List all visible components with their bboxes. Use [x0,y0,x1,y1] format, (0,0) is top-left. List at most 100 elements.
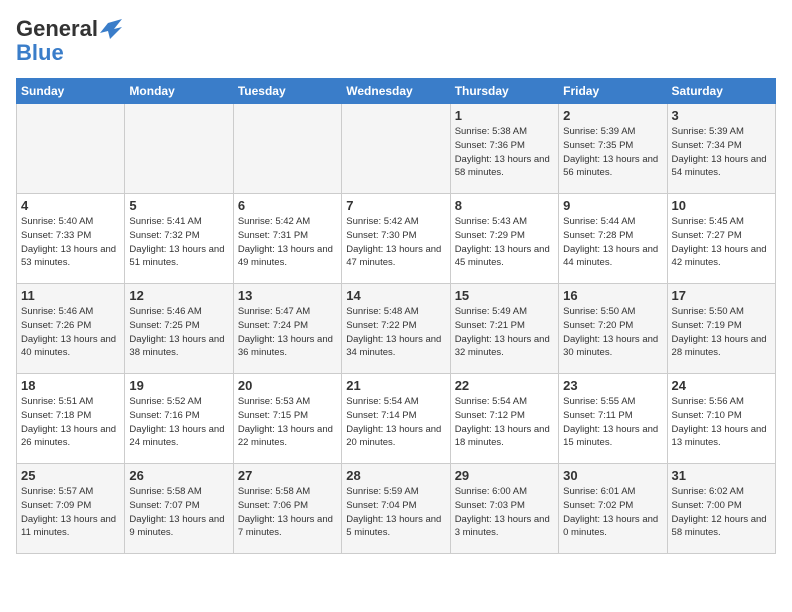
weekday-header-monday: Monday [125,79,233,104]
day-number: 29 [455,468,554,483]
day-number: 12 [129,288,228,303]
calendar-cell: 9 Sunrise: 5:44 AMSunset: 7:28 PMDayligh… [559,194,667,284]
day-number: 23 [563,378,662,393]
day-number: 20 [238,378,337,393]
sun-info: Sunrise: 6:01 AMSunset: 7:02 PMDaylight:… [563,485,662,540]
sun-info: Sunrise: 5:46 AMSunset: 7:26 PMDaylight:… [21,305,120,360]
sun-info: Sunrise: 5:57 AMSunset: 7:09 PMDaylight:… [21,485,120,540]
sun-info: Sunrise: 5:38 AMSunset: 7:36 PMDaylight:… [455,125,554,180]
sun-info: Sunrise: 5:55 AMSunset: 7:11 PMDaylight:… [563,395,662,450]
day-number: 14 [346,288,445,303]
day-number: 25 [21,468,120,483]
day-number: 11 [21,288,120,303]
day-number: 17 [672,288,771,303]
day-number: 2 [563,108,662,123]
sun-info: Sunrise: 5:43 AMSunset: 7:29 PMDaylight:… [455,215,554,270]
weekday-header-friday: Friday [559,79,667,104]
calendar-cell: 21 Sunrise: 5:54 AMSunset: 7:14 PMDaylig… [342,374,450,464]
sun-info: Sunrise: 5:42 AMSunset: 7:31 PMDaylight:… [238,215,337,270]
sun-info: Sunrise: 5:47 AMSunset: 7:24 PMDaylight:… [238,305,337,360]
calendar-cell: 30 Sunrise: 6:01 AMSunset: 7:02 PMDaylig… [559,464,667,554]
day-number: 3 [672,108,771,123]
calendar-row: 1 Sunrise: 5:38 AMSunset: 7:36 PMDayligh… [17,104,776,194]
calendar-cell: 23 Sunrise: 5:55 AMSunset: 7:11 PMDaylig… [559,374,667,464]
day-number: 24 [672,378,771,393]
header: General Blue [16,16,776,66]
calendar-cell: 5 Sunrise: 5:41 AMSunset: 7:32 PMDayligh… [125,194,233,284]
calendar-cell: 12 Sunrise: 5:46 AMSunset: 7:25 PMDaylig… [125,284,233,374]
day-number: 19 [129,378,228,393]
sun-info: Sunrise: 5:56 AMSunset: 7:10 PMDaylight:… [672,395,771,450]
sun-info: Sunrise: 5:40 AMSunset: 7:33 PMDaylight:… [21,215,120,270]
calendar-cell: 24 Sunrise: 5:56 AMSunset: 7:10 PMDaylig… [667,374,775,464]
calendar-cell: 15 Sunrise: 5:49 AMSunset: 7:21 PMDaylig… [450,284,558,374]
sun-info: Sunrise: 6:02 AMSunset: 7:00 PMDaylight:… [672,485,771,540]
calendar-cell: 2 Sunrise: 5:39 AMSunset: 7:35 PMDayligh… [559,104,667,194]
calendar-row: 4 Sunrise: 5:40 AMSunset: 7:33 PMDayligh… [17,194,776,284]
day-number: 6 [238,198,337,213]
calendar-cell: 14 Sunrise: 5:48 AMSunset: 7:22 PMDaylig… [342,284,450,374]
calendar-cell: 29 Sunrise: 6:00 AMSunset: 7:03 PMDaylig… [450,464,558,554]
weekday-header-sunday: Sunday [17,79,125,104]
logo-general-text: General [16,16,98,42]
calendar-cell: 22 Sunrise: 5:54 AMSunset: 7:12 PMDaylig… [450,374,558,464]
day-number: 9 [563,198,662,213]
calendar-cell: 11 Sunrise: 5:46 AMSunset: 7:26 PMDaylig… [17,284,125,374]
calendar-cell: 25 Sunrise: 5:57 AMSunset: 7:09 PMDaylig… [17,464,125,554]
day-number: 1 [455,108,554,123]
day-number: 21 [346,378,445,393]
calendar-cell: 20 Sunrise: 5:53 AMSunset: 7:15 PMDaylig… [233,374,341,464]
calendar-cell: 6 Sunrise: 5:42 AMSunset: 7:31 PMDayligh… [233,194,341,284]
weekday-header-wednesday: Wednesday [342,79,450,104]
day-number: 13 [238,288,337,303]
sun-info: Sunrise: 5:54 AMSunset: 7:14 PMDaylight:… [346,395,445,450]
sun-info: Sunrise: 5:53 AMSunset: 7:15 PMDaylight:… [238,395,337,450]
calendar-cell: 28 Sunrise: 5:59 AMSunset: 7:04 PMDaylig… [342,464,450,554]
sun-info: Sunrise: 5:39 AMSunset: 7:34 PMDaylight:… [672,125,771,180]
calendar-cell: 19 Sunrise: 5:52 AMSunset: 7:16 PMDaylig… [125,374,233,464]
calendar-cell: 13 Sunrise: 5:47 AMSunset: 7:24 PMDaylig… [233,284,341,374]
calendar-row: 18 Sunrise: 5:51 AMSunset: 7:18 PMDaylig… [17,374,776,464]
day-number: 8 [455,198,554,213]
calendar-cell: 18 Sunrise: 5:51 AMSunset: 7:18 PMDaylig… [17,374,125,464]
calendar-row: 25 Sunrise: 5:57 AMSunset: 7:09 PMDaylig… [17,464,776,554]
logo-blue-text: Blue [16,40,64,66]
calendar-cell: 3 Sunrise: 5:39 AMSunset: 7:34 PMDayligh… [667,104,775,194]
day-number: 30 [563,468,662,483]
day-number: 4 [21,198,120,213]
sun-info: Sunrise: 5:51 AMSunset: 7:18 PMDaylight:… [21,395,120,450]
day-number: 5 [129,198,228,213]
calendar-cell: 26 Sunrise: 5:58 AMSunset: 7:07 PMDaylig… [125,464,233,554]
calendar-cell: 31 Sunrise: 6:02 AMSunset: 7:00 PMDaylig… [667,464,775,554]
calendar-cell: 8 Sunrise: 5:43 AMSunset: 7:29 PMDayligh… [450,194,558,284]
sun-info: Sunrise: 6:00 AMSunset: 7:03 PMDaylight:… [455,485,554,540]
weekday-header-saturday: Saturday [667,79,775,104]
sun-info: Sunrise: 5:52 AMSunset: 7:16 PMDaylight:… [129,395,228,450]
day-number: 31 [672,468,771,483]
sun-info: Sunrise: 5:50 AMSunset: 7:19 PMDaylight:… [672,305,771,360]
calendar-cell: 1 Sunrise: 5:38 AMSunset: 7:36 PMDayligh… [450,104,558,194]
calendar-cell [342,104,450,194]
sun-info: Sunrise: 5:46 AMSunset: 7:25 PMDaylight:… [129,305,228,360]
day-number: 26 [129,468,228,483]
calendar-table: SundayMondayTuesdayWednesdayThursdayFrid… [16,78,776,554]
day-number: 28 [346,468,445,483]
weekday-header-tuesday: Tuesday [233,79,341,104]
sun-info: Sunrise: 5:58 AMSunset: 7:07 PMDaylight:… [129,485,228,540]
sun-info: Sunrise: 5:44 AMSunset: 7:28 PMDaylight:… [563,215,662,270]
calendar-cell: 27 Sunrise: 5:58 AMSunset: 7:06 PMDaylig… [233,464,341,554]
day-number: 27 [238,468,337,483]
sun-info: Sunrise: 5:54 AMSunset: 7:12 PMDaylight:… [455,395,554,450]
weekday-header-thursday: Thursday [450,79,558,104]
calendar-row: 11 Sunrise: 5:46 AMSunset: 7:26 PMDaylig… [17,284,776,374]
sun-info: Sunrise: 5:59 AMSunset: 7:04 PMDaylight:… [346,485,445,540]
sun-info: Sunrise: 5:42 AMSunset: 7:30 PMDaylight:… [346,215,445,270]
sun-info: Sunrise: 5:48 AMSunset: 7:22 PMDaylight:… [346,305,445,360]
calendar-cell [17,104,125,194]
sun-info: Sunrise: 5:50 AMSunset: 7:20 PMDaylight:… [563,305,662,360]
calendar-cell: 4 Sunrise: 5:40 AMSunset: 7:33 PMDayligh… [17,194,125,284]
day-number: 10 [672,198,771,213]
sun-info: Sunrise: 5:41 AMSunset: 7:32 PMDaylight:… [129,215,228,270]
calendar-cell: 16 Sunrise: 5:50 AMSunset: 7:20 PMDaylig… [559,284,667,374]
day-number: 16 [563,288,662,303]
